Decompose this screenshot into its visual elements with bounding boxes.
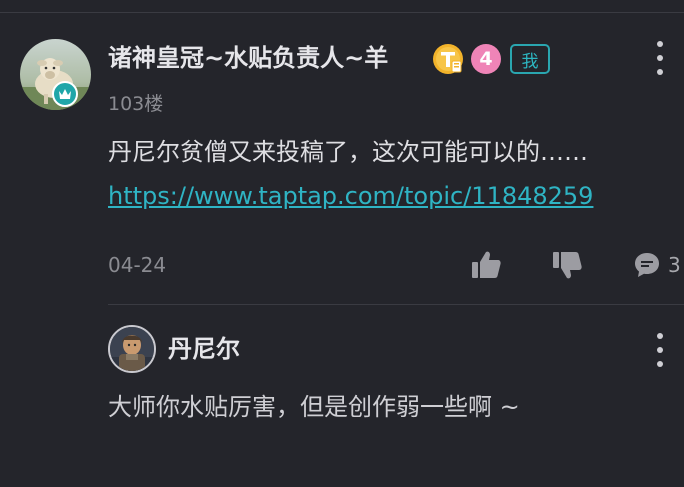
thumbs-up-icon (472, 251, 501, 278)
dot-icon (657, 41, 663, 47)
level-badge: 4 (471, 44, 501, 74)
dot-icon (657, 69, 663, 75)
reply-content: 大师你水贴厉害，但是创作弱一些啊 ~ (108, 393, 520, 421)
like-button[interactable] (469, 248, 503, 282)
divider (0, 12, 684, 13)
dot-icon (657, 333, 663, 339)
dot-icon (657, 55, 663, 61)
me-badge: 我 (510, 44, 550, 74)
level-number: 4 (479, 48, 493, 70)
reply-count: 3 (668, 253, 681, 277)
dot-icon (657, 361, 663, 367)
comment-icon (635, 253, 659, 277)
post-content: 丹尼尔贫僧又来投稿了，这次可能可以的…… (108, 138, 588, 166)
me-badge-label: 我 (521, 51, 539, 72)
comment-thread: 诸神皇冠~水贴负责人~羊 4 我 103楼 丹尼尔贫僧又来投稿了，这次可能可以的… (0, 0, 684, 487)
divider (108, 304, 684, 305)
reply-more-options-button[interactable] (650, 333, 670, 367)
post-date: 04-24 (108, 253, 167, 277)
knight-avatar-image (110, 327, 154, 371)
crown-badge-icon (52, 81, 78, 107)
reply-username[interactable]: 丹尼尔 (168, 331, 240, 367)
taptap-coin-badge-icon (433, 44, 463, 74)
thumbs-down-icon (553, 252, 582, 279)
reply-button[interactable]: 3 (632, 248, 681, 282)
post-more-options-button[interactable] (650, 41, 670, 75)
dot-icon (657, 347, 663, 353)
post-link[interactable]: https://www.taptap.com/topic/11848259 (108, 178, 593, 214)
dislike-button[interactable] (550, 248, 584, 282)
floor-number: 103楼 (108, 93, 164, 115)
post-username[interactable]: 诸神皇冠~水贴负责人~羊 (108, 40, 388, 76)
reply-avatar[interactable] (108, 325, 156, 373)
